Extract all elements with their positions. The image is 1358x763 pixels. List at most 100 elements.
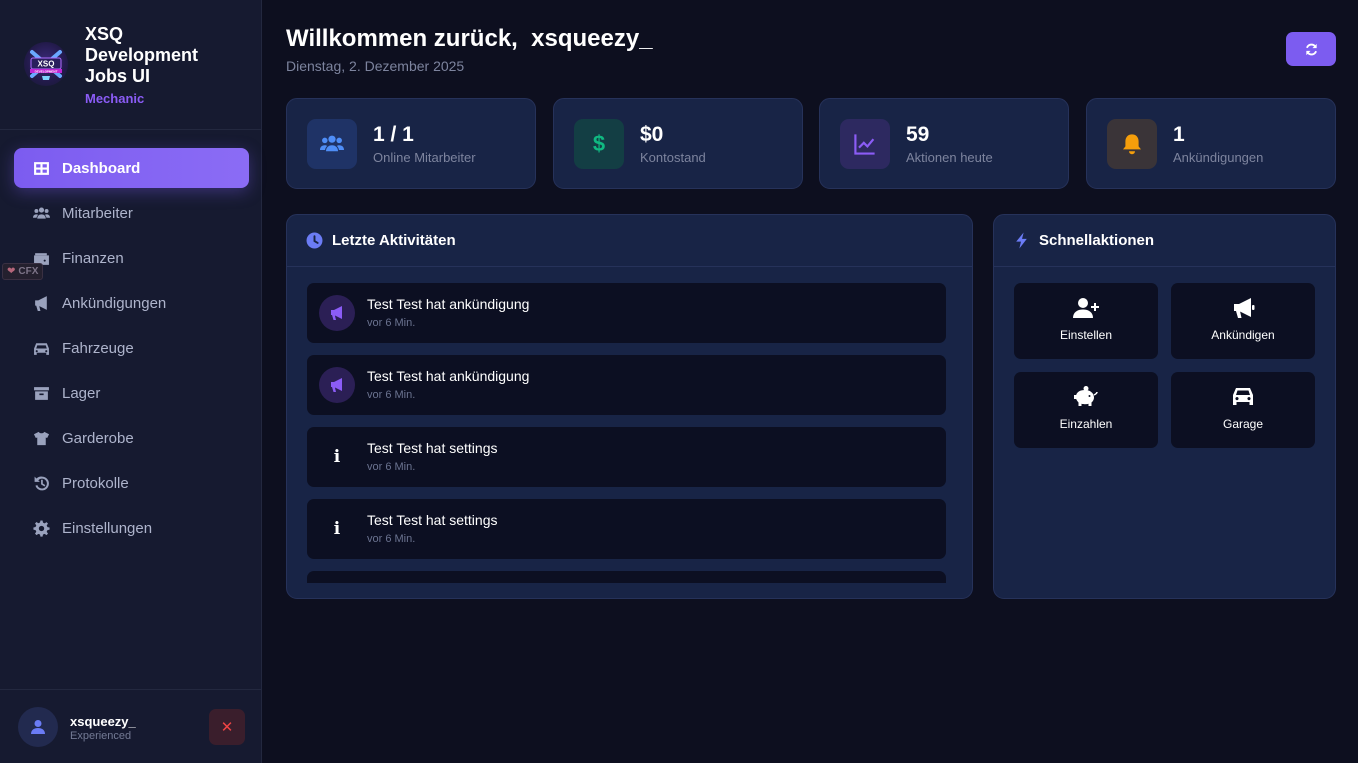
stat-card-balance: $ $0 Kontostand	[553, 98, 803, 189]
megaphone-icon	[31, 293, 51, 313]
user-icon	[31, 720, 45, 734]
sidebar-item-finanzen[interactable]: Finanzen	[14, 238, 249, 278]
sidebar-item-garderobe[interactable]: Garderobe	[14, 418, 249, 458]
user-plus-icon	[1014, 297, 1158, 319]
activity-time: vor 6 Min.	[367, 533, 416, 545]
dollar-icon: $	[574, 119, 624, 169]
sidebar-nav: Dashboard Mitarbeiter Finanzen Ankündigu…	[14, 148, 249, 553]
quick-action-label: Garage	[1222, 417, 1264, 431]
activity-text: Test Test hat ankündigung	[367, 296, 530, 312]
activities-header: Letzte Aktivitäten	[287, 215, 972, 267]
list-item: Test Test hat ankündigung vor 6 Min.	[307, 283, 946, 343]
history-icon	[31, 473, 51, 493]
info-icon: i	[333, 447, 341, 467]
dashboard-grid-icon	[31, 158, 51, 178]
megaphone-icon	[319, 367, 355, 403]
info-icon: i	[333, 519, 341, 539]
close-icon: ✕	[220, 719, 234, 736]
sidebar-item-label: Protokolle	[62, 474, 129, 492]
quick-action-label: Einstellen	[1059, 328, 1113, 342]
svg-text:XSQ: XSQ	[38, 60, 55, 69]
activity-time: vor 6 Min.	[367, 317, 416, 329]
sidebar: XSQ DEVELOPMENT XSQ Development Jobs UI …	[0, 0, 262, 763]
user-rank: Experienced	[70, 730, 132, 742]
stat-label: Aktionen heute	[906, 150, 993, 165]
activity-time: vor 6 Min.	[367, 461, 416, 473]
stat-card-announcements: 1 Ankündigungen	[1086, 98, 1336, 189]
clock-icon	[306, 232, 323, 249]
stat-label: Ankündigungen	[1173, 150, 1264, 165]
brand-header: XSQ DEVELOPMENT XSQ Development Jobs UI …	[0, 0, 261, 130]
garage-button[interactable]: Garage	[1171, 372, 1315, 448]
activities-list[interactable]: Test Test hat ankündigung vor 6 Min. Tes…	[307, 283, 947, 583]
stat-value: 1	[1173, 123, 1185, 146]
activity-text: Test Test hat ankündigung	[367, 368, 530, 384]
user-profile: xsqueezy_ Experienced ✕	[0, 689, 262, 763]
megaphone-icon	[1171, 297, 1315, 319]
piggy-bank-icon	[1014, 386, 1158, 408]
brand-role: Mechanic	[85, 91, 145, 106]
megaphone-icon	[319, 295, 355, 331]
activity-time: vor 6 Min.	[367, 389, 416, 401]
stat-label: Kontostand	[640, 150, 706, 165]
users-icon	[307, 119, 357, 169]
list-item	[307, 571, 946, 583]
cfx-badge[interactable]: ❤ CFX	[2, 263, 44, 280]
sidebar-item-label: Mitarbeiter	[62, 204, 133, 222]
activity-text: Test Test hat settings	[367, 440, 498, 456]
cfx-badge-label: CFX	[18, 266, 39, 277]
sidebar-item-label: Ankündigungen	[62, 294, 167, 312]
list-item: i Test Test hat settings vor 6 Min.	[307, 499, 946, 559]
app-window: XSQ DEVELOPMENT XSQ Development Jobs UI …	[0, 0, 1358, 763]
car-icon	[31, 338, 51, 358]
sidebar-item-dashboard[interactable]: Dashboard	[14, 148, 249, 188]
sidebar-item-protokolle[interactable]: Protokolle	[14, 463, 249, 503]
refresh-icon	[1305, 43, 1317, 55]
car-icon	[1171, 386, 1315, 408]
quick-actions-panel: Schnellaktionen Einstellen Ankündigen Ei…	[993, 214, 1336, 599]
sidebar-item-einstellungen[interactable]: Einstellungen	[14, 508, 249, 548]
deposit-button[interactable]: Einzahlen	[1014, 372, 1158, 448]
refresh-button[interactable]	[1286, 32, 1336, 66]
sidebar-item-label: Finanzen	[62, 249, 124, 267]
quick-action-label: Einzahlen	[1059, 417, 1113, 431]
brand-name: XSQ Development Jobs UI	[85, 24, 199, 86]
close-button[interactable]: ✕	[209, 709, 245, 745]
quick-actions-title: Schnellaktionen	[1039, 232, 1155, 249]
stat-value: 1 / 1	[373, 123, 414, 146]
user-name: xsqueezy_	[70, 714, 136, 729]
sidebar-item-lager[interactable]: Lager	[14, 373, 249, 413]
page-title: Willkommen zurück, xsqueezy_	[286, 25, 653, 52]
page-date: Dienstag, 2. Dezember 2025	[286, 58, 465, 74]
sidebar-item-label: Dashboard	[62, 159, 141, 177]
hire-button[interactable]: Einstellen	[1014, 283, 1158, 359]
gear-icon	[31, 518, 51, 538]
sidebar-item-label: Garderobe	[62, 429, 134, 447]
stat-card-online: 1 / 1 Online Mitarbeiter	[286, 98, 536, 189]
users-icon	[31, 203, 51, 223]
chart-line-icon	[840, 119, 890, 169]
svg-text:$: $	[593, 132, 605, 156]
quick-action-label: Ankündigen	[1211, 328, 1275, 342]
sidebar-item-mitarbeiter[interactable]: Mitarbeiter	[14, 193, 249, 233]
bell-icon	[1107, 119, 1157, 169]
bolt-icon	[1016, 232, 1027, 249]
box-icon	[31, 383, 51, 403]
sidebar-item-label: Einstellungen	[62, 519, 153, 537]
shirt-icon	[31, 428, 51, 448]
svg-text:DEVELOPMENT: DEVELOPMENT	[35, 69, 58, 73]
activities-title: Letzte Aktivitäten	[332, 232, 456, 249]
brand-logo: XSQ DEVELOPMENT	[24, 42, 68, 86]
main-content: Willkommen zurück, xsqueezy_ Dienstag, 2…	[262, 0, 1358, 763]
list-item: i Test Test hat settings vor 6 Min.	[307, 427, 946, 487]
sidebar-item-label: Fahrzeuge	[62, 339, 134, 357]
stat-value: $0	[640, 123, 664, 146]
announce-button[interactable]: Ankündigen	[1171, 283, 1315, 359]
list-item: Test Test hat ankündigung vor 6 Min.	[307, 355, 946, 415]
quick-actions-header: Schnellaktionen	[994, 215, 1335, 267]
heart-icon: ❤	[7, 266, 16, 277]
sidebar-item-fahrzeuge[interactable]: Fahrzeuge	[14, 328, 249, 368]
activities-panel: Letzte Aktivitäten Test Test hat ankündi…	[286, 214, 973, 599]
sidebar-item-ankuendigungen[interactable]: Ankündigungen	[14, 283, 249, 323]
sidebar-item-label: Lager	[62, 384, 101, 402]
